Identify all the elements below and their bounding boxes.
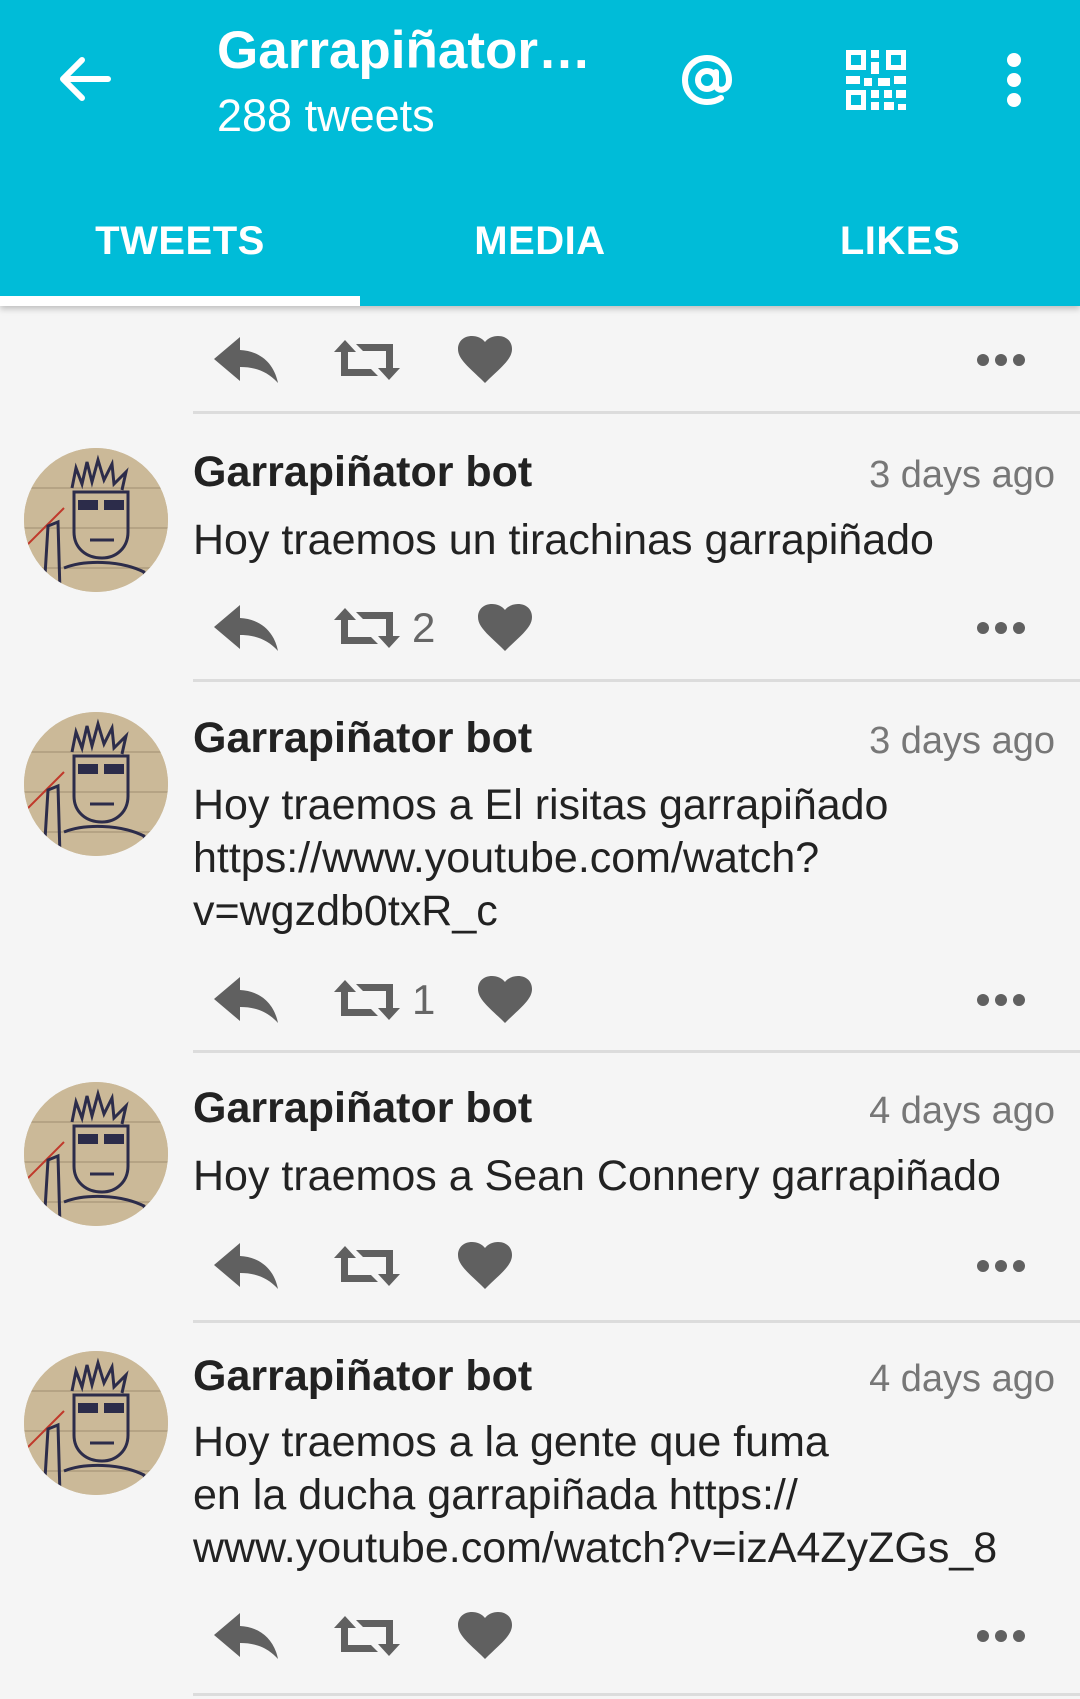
retweet-icon <box>334 980 400 1020</box>
tweet-item[interactable]: Garrapiñator bot 3 days ago Hoy traemos … <box>0 416 1080 684</box>
tweet-overflow-button[interactable] <box>976 1226 1026 1306</box>
tweet-item-partial <box>0 306 1080 416</box>
heart-icon <box>478 976 532 1023</box>
reply-button[interactable] <box>212 960 280 1040</box>
avatar[interactable] <box>24 1351 168 1495</box>
retweet-button[interactable] <box>332 1596 402 1676</box>
tab-media[interactable]: MEDIA <box>360 196 720 306</box>
author-name[interactable]: Garrapiñator bot <box>193 1352 532 1401</box>
tweet-actions <box>0 320 1080 400</box>
reply-icon <box>214 1243 278 1289</box>
tweet-overflow-button[interactable] <box>976 960 1026 1040</box>
avatar-image <box>24 1351 168 1495</box>
tweet-timestamp: 3 days ago <box>869 454 1055 496</box>
tweet-timestamp: 4 days ago <box>869 1358 1055 1400</box>
retweet-button[interactable]: 2 <box>332 588 435 668</box>
tweet-text: Hoy traemos un tirachinas garrapiñado <box>193 516 934 564</box>
more-horiz-icon <box>977 354 1025 366</box>
avatar-image <box>24 1082 168 1226</box>
heart-icon <box>458 1612 512 1659</box>
tweet-timestamp: 3 days ago <box>869 720 1055 762</box>
reply-button[interactable] <box>212 1226 280 1306</box>
more-vert-icon <box>1007 53 1021 107</box>
more-horiz-icon <box>977 994 1025 1006</box>
reply-button[interactable] <box>212 320 280 400</box>
avatar[interactable] <box>24 712 168 856</box>
divider <box>193 679 1080 682</box>
tab-likes[interactable]: LIKES <box>720 196 1080 306</box>
retweet-icon <box>334 340 400 380</box>
avatar-image <box>24 448 168 592</box>
reply-icon <box>214 337 278 383</box>
tweet-actions <box>0 1596 1080 1676</box>
qr-code-button[interactable] <box>836 40 916 120</box>
author-name[interactable]: Garrapiñator bot <box>193 714 532 763</box>
retweet-button[interactable] <box>332 320 402 400</box>
overflow-menu-button[interactable] <box>974 40 1054 120</box>
reply-icon <box>214 605 278 651</box>
tweet-feed[interactable]: Garrapiñator bot 3 days ago Hoy traemos … <box>0 306 1080 1699</box>
tweet-timestamp: 4 days ago <box>869 1090 1055 1132</box>
avatar[interactable] <box>24 448 168 592</box>
app-bar: Garrapiñator… 288 tweets TWEETS MEDIA LI… <box>0 0 1080 306</box>
profile-header: Garrapiñator… 288 tweets <box>217 18 617 144</box>
like-button[interactable] <box>478 960 532 1040</box>
tab-tweets[interactable]: TWEETS <box>0 196 360 306</box>
like-button[interactable] <box>478 588 532 668</box>
reply-icon <box>214 977 278 1023</box>
reply-button[interactable] <box>212 588 280 668</box>
retweet-count: 1 <box>412 976 436 1023</box>
page-title: Garrapiñator… <box>217 21 592 80</box>
retweet-count: 2 <box>412 604 436 651</box>
author-name[interactable]: Garrapiñator bot <box>193 1084 532 1133</box>
more-horiz-icon <box>977 622 1025 634</box>
retweet-icon <box>334 1616 400 1656</box>
reply-icon <box>214 1613 278 1659</box>
qr-code-icon <box>846 50 906 110</box>
back-button[interactable] <box>48 40 120 118</box>
tweet-text: Hoy traemos a Sean Connery garrapiñado <box>193 1152 1001 1200</box>
profile-tabs: TWEETS MEDIA LIKES <box>0 196 1080 306</box>
retweet-button[interactable]: 1 <box>332 960 435 1040</box>
tweet-overflow-button[interactable] <box>976 588 1026 668</box>
more-horiz-icon <box>977 1630 1025 1642</box>
divider <box>193 1693 1080 1696</box>
heart-icon <box>458 336 512 383</box>
heart-icon <box>478 604 532 651</box>
tweet-actions <box>0 1226 1080 1306</box>
like-button[interactable] <box>458 320 512 400</box>
retweet-icon <box>334 608 400 648</box>
tweet-item[interactable]: Garrapiñator bot 3 days ago Hoy traemos … <box>0 684 1080 1056</box>
like-button[interactable] <box>458 1226 512 1306</box>
reply-button[interactable] <box>212 1596 280 1676</box>
like-button[interactable] <box>458 1596 512 1676</box>
back-arrow-icon <box>60 57 111 101</box>
tweet-overflow-button[interactable] <box>976 320 1026 400</box>
avatar-image <box>24 712 168 856</box>
more-horiz-icon <box>977 1260 1025 1272</box>
retweet-icon <box>334 1246 400 1286</box>
divider <box>193 1320 1080 1323</box>
tweet-actions: 2 <box>0 588 1080 668</box>
retweet-button[interactable] <box>332 1226 402 1306</box>
tweet-item[interactable]: Garrapiñator bot 4 days ago Hoy traemos … <box>0 1324 1080 1699</box>
avatar[interactable] <box>24 1082 168 1226</box>
tweet-text: Hoy traemos a la gente que fuma en la du… <box>193 1418 998 1572</box>
at-sign-icon <box>681 54 733 106</box>
tweet-item[interactable]: Garrapiñator bot 4 days ago Hoy traemos … <box>0 1056 1080 1324</box>
tweet-count: 288 tweets <box>217 90 435 141</box>
author-name[interactable]: Garrapiñator bot <box>193 448 532 497</box>
mentions-button[interactable] <box>667 40 747 120</box>
tweet-overflow-button[interactable] <box>976 1596 1026 1676</box>
divider <box>193 411 1080 414</box>
tweet-text: Hoy traemos a El risitas garrapiñado htt… <box>193 781 889 935</box>
heart-icon <box>458 1242 512 1289</box>
tweet-actions: 1 <box>0 960 1080 1040</box>
divider <box>193 1050 1080 1053</box>
